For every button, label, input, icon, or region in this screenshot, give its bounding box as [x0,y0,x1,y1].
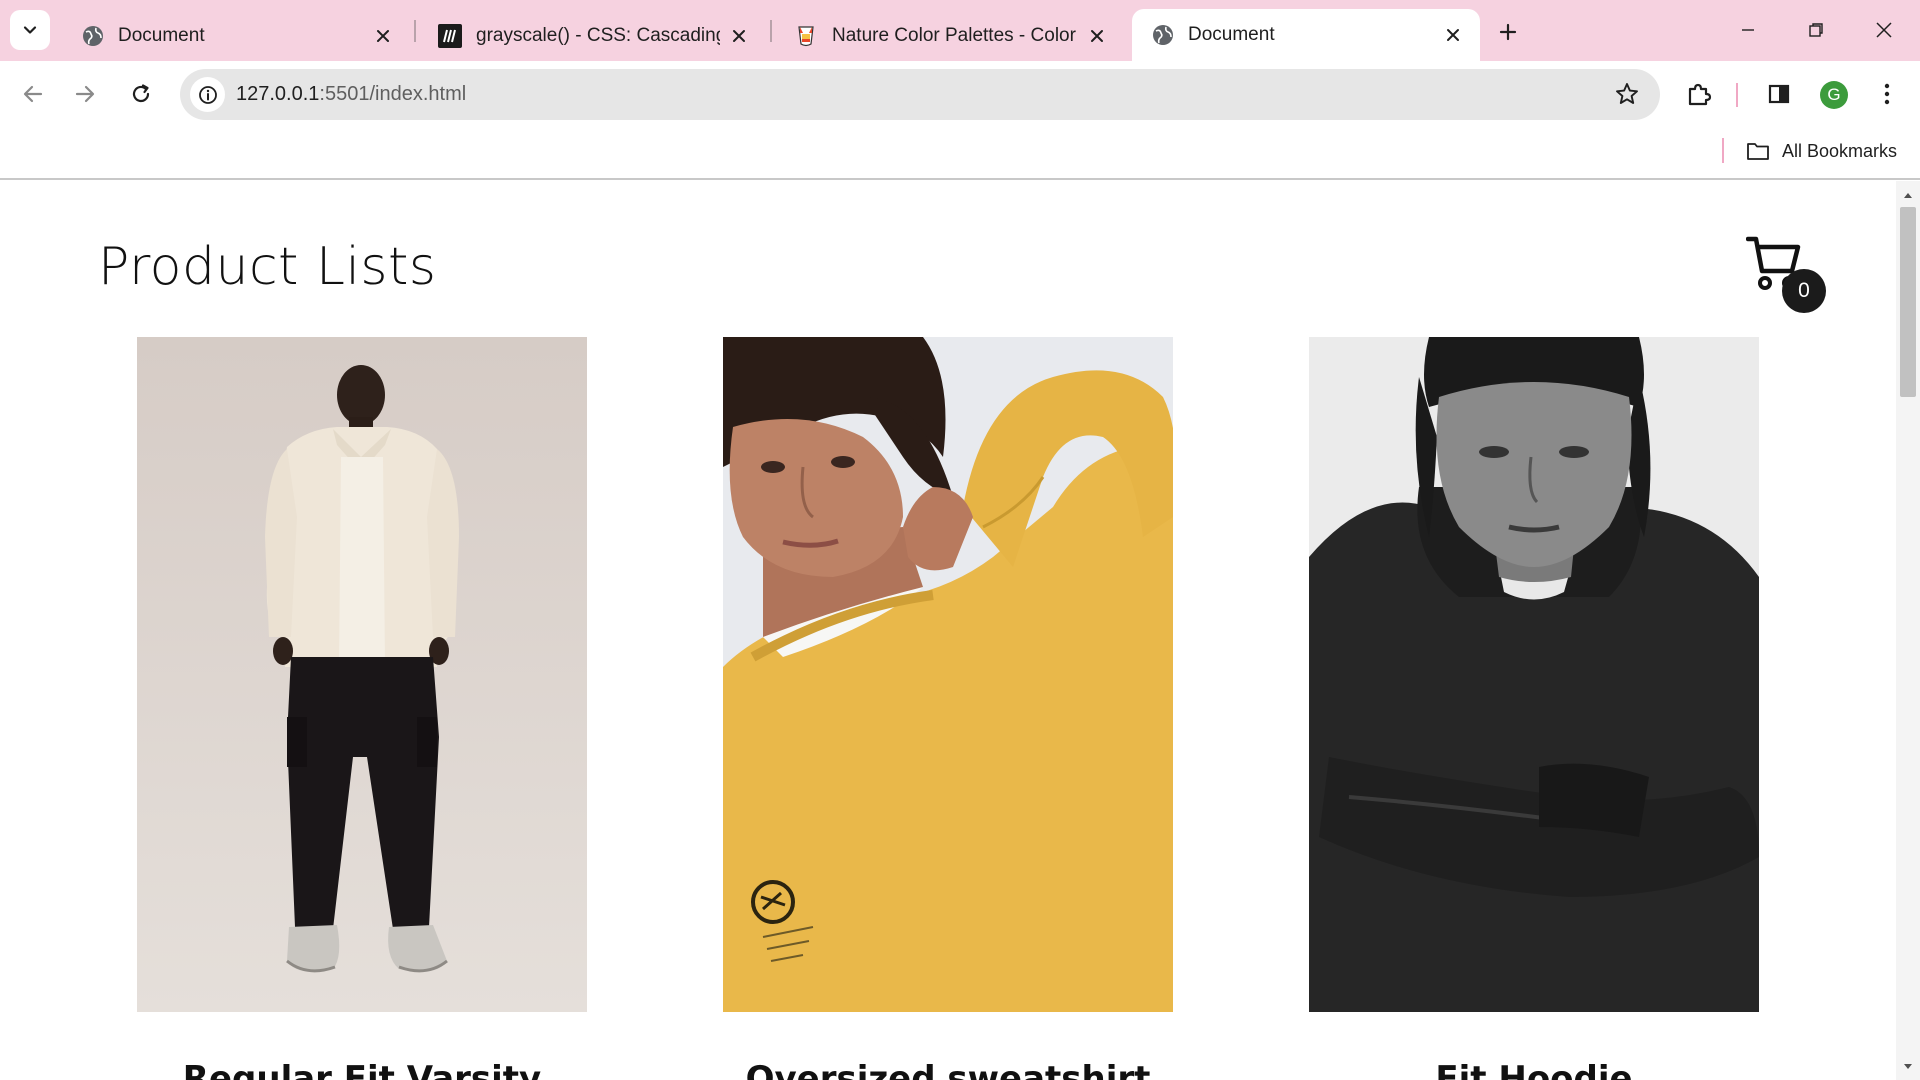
close-icon [1876,22,1892,38]
tab-nature-color-palettes[interactable]: Nature Color Palettes - Color Hu [774,10,1124,61]
tab-title: grayscale() - CSS: Cascading Sty [476,24,720,46]
profile-avatar[interactable]: G [1820,81,1848,109]
minimize-button[interactable] [1724,10,1772,50]
side-panel-button[interactable] [1758,73,1800,115]
colorhunt-icon [798,25,814,46]
page-title: Product Lists [98,237,437,297]
tab-document-active[interactable]: Document [1132,9,1480,61]
forward-button[interactable] [64,73,106,115]
close-icon[interactable] [372,25,394,47]
scroll-down-arrow-icon[interactable] [1902,1061,1914,1073]
product-image[interactable] [1309,337,1759,1012]
kebab-menu-icon [1884,83,1890,105]
bookmarks-separator [1722,138,1724,163]
product-name: Fit Hoodie [1435,1059,1633,1080]
toolbar-separator [1736,83,1738,107]
globe-icon [1153,25,1173,45]
url-host: 127.0.0.1 [236,83,320,105]
chevron-down-icon [23,26,37,34]
restore-button[interactable] [1792,10,1840,50]
folder-icon [1747,143,1769,160]
close-icon[interactable] [1086,25,1108,47]
browser-toolbar: 127.0.0.1:5501/index.html G [0,61,1920,127]
tab-title: Nature Color Palettes - Color Hu [832,24,1078,46]
close-icon[interactable] [728,25,750,47]
tab-title: Document [118,24,205,46]
url-path: :5501/index.html [319,83,467,105]
new-tab-button[interactable] [1490,14,1526,50]
tab-search-button[interactable] [10,10,50,50]
page-scrollbar[interactable] [1896,181,1920,1080]
page-viewport: Product Lists 0 Regular Fit Varsity Over… [0,181,1896,1080]
scroll-up-arrow-icon[interactable] [1902,189,1914,201]
scroll-thumb[interactable] [1900,207,1916,397]
cart-count-badge: 0 [1782,269,1826,313]
site-info-button[interactable] [190,77,225,112]
window-close-button[interactable] [1860,10,1908,50]
tab-document-1[interactable]: Document [62,10,410,61]
cart-button[interactable]: 0 [1745,235,1826,315]
side-panel-icon [1768,84,1790,104]
tab-title: Document [1188,24,1275,45]
mdn-icon [438,23,462,48]
tab-divider [770,20,772,42]
close-icon[interactable] [1442,24,1464,46]
back-button[interactable] [12,73,54,115]
plus-icon [1499,23,1517,41]
info-icon [198,85,217,104]
product-card[interactable]: Fit Hoodie [1309,337,1759,1080]
product-name: Oversized sweatshirt [745,1059,1151,1080]
product-image[interactable] [137,337,587,1012]
product-card[interactable]: Regular Fit Varsity [137,337,587,1080]
minimize-icon [1742,29,1754,31]
arrow-left-icon [23,85,43,103]
restore-icon [1809,23,1823,37]
menu-button[interactable] [1866,73,1908,115]
globe-icon [83,25,103,46]
url-text: 127.0.0.1:5501/index.html [236,83,466,106]
puzzle-icon [1688,83,1712,106]
all-bookmarks-button[interactable]: All Bookmarks [1746,136,1897,166]
all-bookmarks-label: All Bookmarks [1782,140,1898,161]
bookmark-star-icon[interactable] [1614,81,1640,111]
reload-icon [132,84,150,103]
reload-button[interactable] [120,73,162,115]
product-card[interactable]: Oversized sweatshirt [723,337,1173,1080]
tab-grayscale-mdn[interactable]: grayscale() - CSS: Cascading Sty [418,10,766,61]
arrow-right-icon [75,85,95,103]
product-image[interactable] [723,337,1173,1012]
tab-divider [414,20,416,42]
address-bar[interactable]: 127.0.0.1:5501/index.html [180,69,1660,120]
bookmarks-bar: All Bookmarks [0,127,1920,180]
extensions-button[interactable] [1678,73,1720,115]
tab-strip: Document grayscale() - CSS: Cascading St… [0,0,1920,61]
product-name: Regular Fit Varsity [182,1059,542,1080]
